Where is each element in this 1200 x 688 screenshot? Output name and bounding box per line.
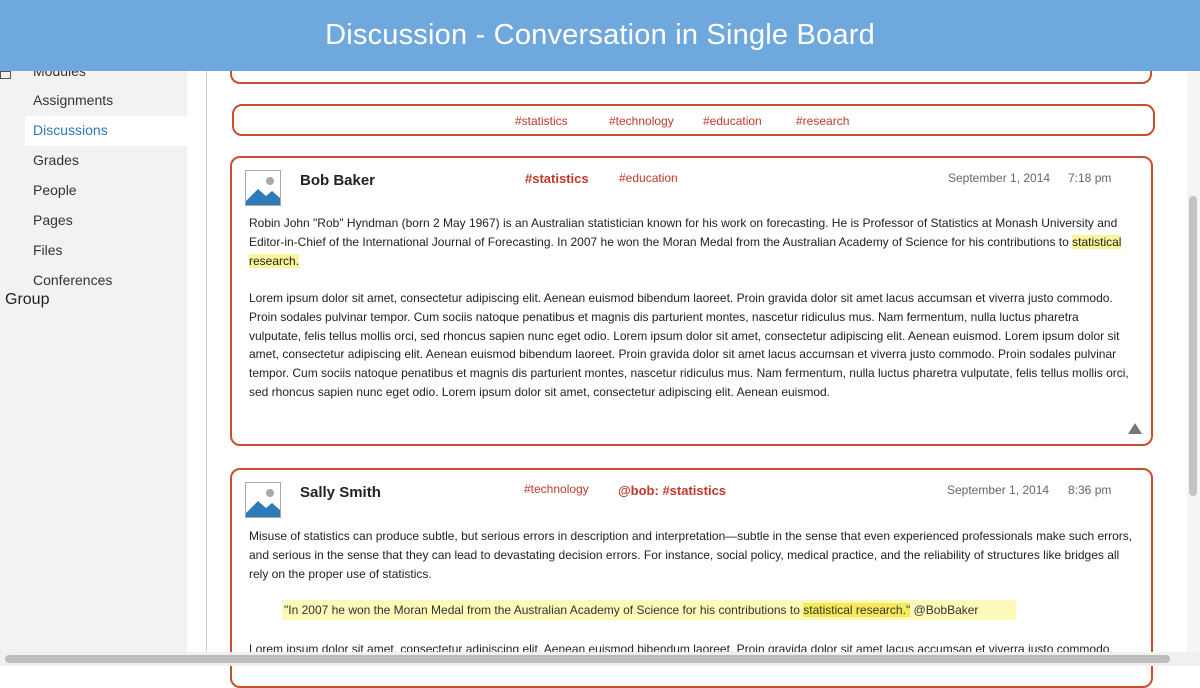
post-mention-tag[interactable]: @bob: #statistics: [618, 483, 726, 498]
group-label: Group: [5, 291, 50, 308]
banner-title: Discussion - Conversation in Single Boar…: [325, 19, 875, 51]
quote-mention[interactable]: @BobBaker: [914, 603, 979, 617]
tag-filter-research[interactable]: #research: [796, 114, 849, 128]
sidebar-item-pages[interactable]: Pages: [33, 212, 73, 228]
quote-text: "In 2007 he won the Moran Medal from the…: [284, 603, 800, 617]
tag-filter-statistics[interactable]: #statistics: [515, 114, 568, 128]
post-time: 7:18 pm: [1068, 171, 1112, 185]
sidebar-item-grades[interactable]: Grades: [33, 152, 79, 168]
tag-filter-technology[interactable]: #technology: [609, 114, 674, 128]
post-card: Bob Baker #statistics #education Septemb…: [230, 156, 1153, 446]
post-tag[interactable]: #education: [619, 171, 678, 185]
image-placeholder-icon: [246, 483, 280, 517]
post-tag[interactable]: #statistics: [525, 171, 589, 186]
avatar[interactable]: [245, 170, 281, 206]
vertical-scroll-thumb[interactable]: [1189, 196, 1197, 496]
collapse-triangle-icon[interactable]: [1128, 423, 1142, 434]
post-date: September 1, 2014: [948, 171, 1051, 185]
horizontal-scroll-thumb[interactable]: [5, 655, 1170, 663]
title-banner: Discussion - Conversation in Single Boar…: [0, 0, 1200, 71]
tag-filter-bar: #statistics #technology #education #rese…: [232, 104, 1155, 136]
post-body: Robin John "Rob" Hyndman (born 2 May 196…: [249, 214, 1134, 270]
sidebar-item-conferences[interactable]: Conferences: [33, 272, 112, 288]
sidebar-item-discussions[interactable]: Discussions: [33, 122, 108, 138]
tag-filter-education[interactable]: #education: [703, 114, 762, 128]
sidebar-item-assignments[interactable]: Assignments: [33, 92, 113, 108]
post-body-paragraph: Misuse of statistics can produce subtle,…: [249, 529, 1133, 581]
post-author[interactable]: Bob Baker: [300, 172, 375, 189]
sidebar: Modules Assignments Discussions Grades P…: [0, 63, 187, 656]
post-time: 8:36 pm: [1068, 483, 1112, 497]
post-body-text: Robin John "Rob" Hyndman (born 2 May 196…: [249, 216, 1118, 249]
post-author[interactable]: Sally Smith: [300, 484, 381, 501]
post-tag[interactable]: #technology: [524, 482, 589, 496]
post-body-paragraph: Lorem ipsum dolor sit amet, consectetur …: [249, 291, 1129, 399]
image-placeholder-icon: [246, 171, 280, 205]
post-date: September 1, 2014: [947, 483, 1050, 497]
sidebar-item-files[interactable]: Files: [33, 242, 63, 258]
content-divider: [206, 71, 207, 656]
quote-highlight: statistical research.": [803, 603, 911, 617]
sidebar-item-people[interactable]: People: [33, 182, 77, 198]
avatar[interactable]: [245, 482, 281, 518]
quoted-reply: "In 2007 he won the Moran Medal from the…: [282, 600, 1016, 620]
